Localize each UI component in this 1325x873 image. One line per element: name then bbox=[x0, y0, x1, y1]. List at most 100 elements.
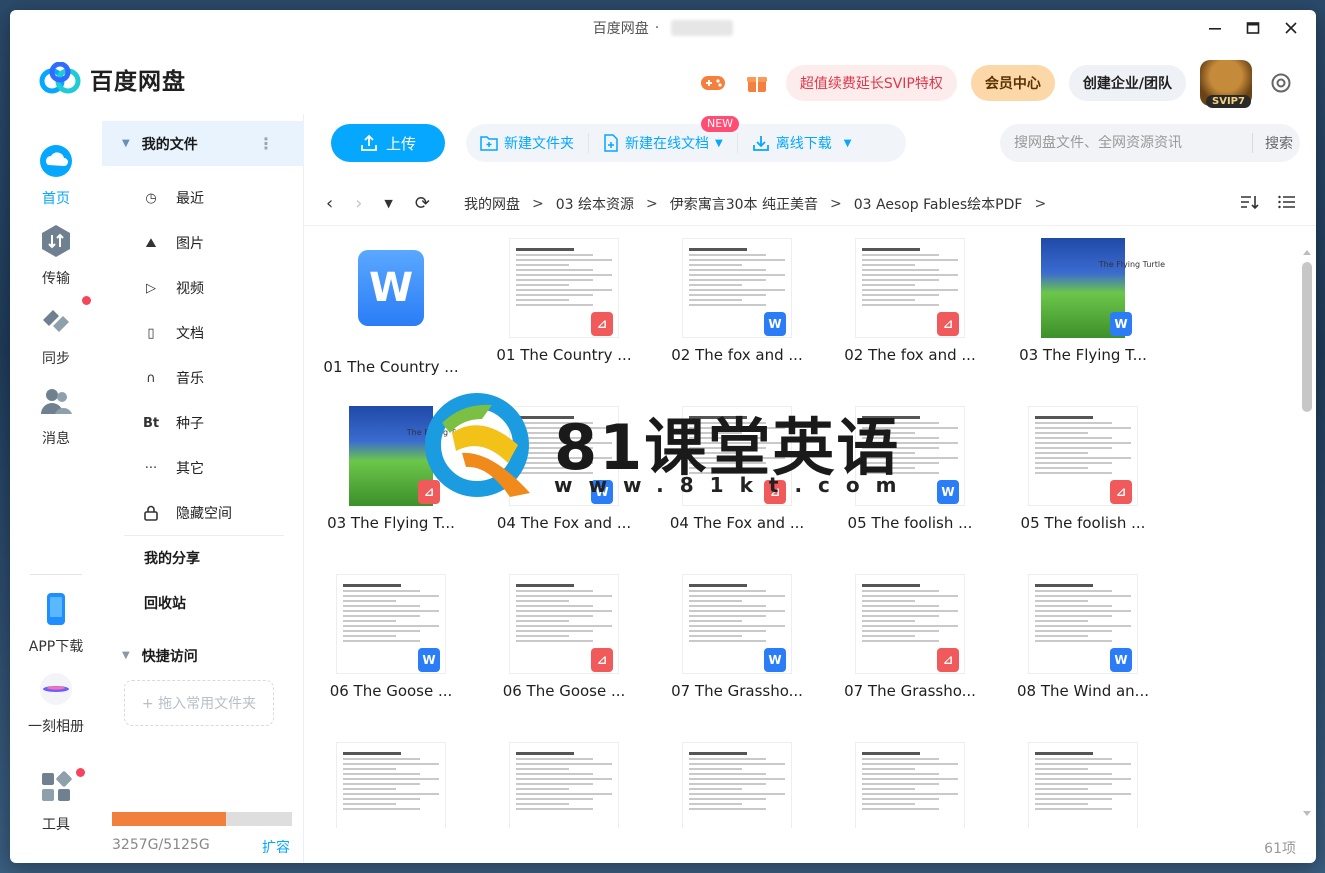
close-button[interactable] bbox=[1282, 16, 1300, 40]
rail-moment-album[interactable]: 一刻相册 bbox=[10, 672, 102, 736]
file-name: 05 The foolish ... bbox=[1020, 514, 1146, 532]
vertical-scrollbar[interactable] bbox=[1302, 248, 1312, 818]
breadcrumb-item[interactable]: 03 绘本资源 bbox=[556, 194, 634, 214]
upload-label: 上传 bbox=[385, 134, 416, 153]
rail-app-download-label: APP下载 bbox=[28, 639, 84, 655]
offline-download-button[interactable]: 离线下载 ▼ bbox=[736, 133, 866, 153]
file-item[interactable]: W 01 The Country ... bbox=[316, 238, 466, 376]
breadcrumb-item[interactable]: 03 Aesop Fables绘本PDF bbox=[854, 194, 1023, 214]
file-thumbnail bbox=[855, 742, 965, 828]
refresh-icon[interactable]: ⟳ bbox=[415, 193, 430, 214]
create-team-button[interactable]: 创建企业/团队 bbox=[1068, 65, 1186, 101]
game-button[interactable] bbox=[698, 68, 728, 98]
dropdown-caret-icon: ▼ bbox=[843, 137, 852, 149]
minimize-button[interactable] bbox=[1206, 16, 1224, 40]
window-controls bbox=[1206, 16, 1300, 40]
new-online-doc-label: 新建在线文档 bbox=[625, 136, 709, 152]
file-item[interactable] bbox=[1008, 742, 1158, 828]
sidebar-divider bbox=[124, 535, 284, 536]
expand-storage-link[interactable]: 扩容 bbox=[262, 837, 290, 857]
rail-tools[interactable]: 工具 bbox=[10, 768, 102, 834]
forward-arrow-icon[interactable]: › bbox=[355, 193, 362, 214]
breadcrumb-item[interactable]: 伊索寓言30本 纯正美音 bbox=[670, 194, 818, 214]
rail-sync[interactable]: 同步 bbox=[10, 296, 102, 368]
clock-icon: ◷ bbox=[145, 190, 157, 206]
vip-center-button[interactable]: 会员中心 bbox=[970, 65, 1055, 101]
file-item[interactable]: W 08 The Wind an... bbox=[1008, 574, 1158, 700]
file-item[interactable]: ⊿ 06 The Goose ... bbox=[489, 574, 639, 700]
avatar[interactable]: SVIP7 bbox=[1200, 60, 1252, 108]
sidebar-item-videos[interactable]: ▷ 视频 bbox=[142, 273, 204, 303]
back-arrow-icon[interactable]: ‹ bbox=[326, 193, 333, 214]
contacts-icon bbox=[41, 389, 72, 414]
new-folder-button[interactable]: 新建文件夹 bbox=[466, 133, 588, 153]
file-item[interactable]: W 02 The fox and ... bbox=[662, 238, 812, 364]
sidebar-my-share[interactable]: 我的分享 bbox=[144, 548, 200, 568]
sidebar-item-torrents[interactable]: Bt 种子 bbox=[142, 408, 204, 438]
file-item[interactable]: ⊿ 01 The Country ... bbox=[489, 238, 639, 364]
file-item[interactable]: W 07 The Grassho... bbox=[662, 574, 812, 700]
file-name: 08 The Wind an... bbox=[1017, 682, 1149, 700]
search-input[interactable] bbox=[1014, 135, 1252, 151]
file-actions-toolbar: 新建文件夹 新建在线文档 ▼ NEW 离线下载 ▼ bbox=[466, 116, 906, 162]
file-name: 04 The Fox and ... bbox=[669, 514, 805, 532]
new-online-doc-button[interactable]: 新建在线文档 ▼ NEW bbox=[588, 116, 740, 153]
file-item[interactable]: ⊿ 07 The Grassho... bbox=[835, 574, 985, 700]
search-button[interactable]: 搜索 bbox=[1252, 133, 1293, 153]
document-page-thumbnail bbox=[1028, 742, 1138, 828]
svip-promo-button[interactable]: 超值续费延长SVIP特权 bbox=[785, 65, 957, 101]
app-header: 百度网盘 超值续费延长SVIP特权 会员中心 创建企业/团队 SVIP7 bbox=[10, 46, 1316, 114]
document-page-thumbnail bbox=[336, 742, 446, 828]
sidebar-recycle-bin[interactable]: 回收站 bbox=[144, 593, 186, 613]
collapse-caret-icon[interactable]: ▼ bbox=[122, 138, 130, 149]
upload-button[interactable]: 上传 bbox=[331, 124, 445, 162]
dropdown-caret-icon: ▼ bbox=[715, 137, 723, 149]
torrent-icon: Bt bbox=[142, 415, 160, 431]
rail-transfer[interactable]: 传输 bbox=[10, 224, 102, 288]
sidebar-item-label: 视频 bbox=[176, 281, 204, 297]
brand-logo[interactable]: 百度网盘 bbox=[38, 62, 186, 96]
sort-icon[interactable] bbox=[1240, 194, 1260, 214]
file-item[interactable]: ⊿ 02 The fox and ... bbox=[835, 238, 985, 364]
file-item[interactable]: The Flying Turtle W 03 The Flying T... bbox=[1008, 238, 1165, 364]
watermark-url: www.81kt.com bbox=[554, 473, 913, 497]
breadcrumb-item[interactable]: 我的网盘 bbox=[464, 194, 520, 214]
headphones-icon: ∩ bbox=[146, 370, 156, 386]
file-item[interactable]: ⊿ 05 The foolish ... bbox=[1008, 406, 1158, 532]
sync-icon bbox=[43, 310, 69, 332]
file-item[interactable] bbox=[489, 742, 639, 828]
rail-messages[interactable]: 消息 bbox=[10, 384, 102, 448]
sidebar-item-images[interactable]: ⛰ 图片 bbox=[142, 228, 204, 258]
scrollbar-thumb[interactable] bbox=[1302, 262, 1312, 412]
file-item[interactable] bbox=[662, 742, 812, 828]
collapse-caret-icon[interactable]: ▼ bbox=[122, 650, 130, 661]
history-dropdown-icon[interactable]: ▼ bbox=[384, 197, 392, 210]
sidebar-item-hidden-space[interactable]: 隐藏空间 bbox=[142, 498, 232, 528]
sidebar-item-other[interactable]: ··· 其它 bbox=[142, 453, 204, 483]
gift-button[interactable] bbox=[742, 68, 772, 98]
file-thumbnail: ⊿ bbox=[509, 574, 619, 674]
word-badge-icon: W bbox=[937, 480, 959, 504]
breadcrumb-separator: > bbox=[532, 195, 544, 212]
file-item[interactable] bbox=[835, 742, 985, 828]
maximize-button[interactable] bbox=[1244, 16, 1262, 40]
list-view-icon[interactable] bbox=[1278, 194, 1296, 214]
watermark: 81课堂英语 www.81kt.com bbox=[422, 393, 922, 503]
sidebar: ▼ 我的文件 ⋮ ◷ 最近 ⛰ 图片 ▷ 视频 ▯ 文档 ∩ 音乐 Bt 种子 bbox=[102, 114, 304, 863]
sidebar-item-documents[interactable]: ▯ 文档 bbox=[142, 318, 204, 348]
rail-app-download[interactable]: APP下载 bbox=[10, 592, 102, 656]
word-badge-icon: W bbox=[1110, 312, 1132, 336]
settings-button[interactable] bbox=[1266, 68, 1296, 98]
phone-icon bbox=[47, 593, 65, 625]
file-thumbnail bbox=[509, 742, 619, 828]
rail-home[interactable]: 首页 bbox=[10, 144, 102, 208]
file-item[interactable] bbox=[316, 742, 466, 828]
sidebar-my-files[interactable]: ▼ 我的文件 ⋮ bbox=[102, 121, 304, 166]
sidebar-item-recent[interactable]: ◷ 最近 bbox=[142, 183, 204, 213]
file-item[interactable]: W 06 The Goose ... bbox=[316, 574, 466, 700]
more-vertical-icon[interactable]: ⋮ bbox=[258, 134, 274, 153]
file-thumbnail bbox=[336, 742, 446, 828]
sidebar-item-music[interactable]: ∩ 音乐 bbox=[142, 363, 204, 393]
drop-folder-zone[interactable]: + 拖入常用文件夹 bbox=[124, 680, 274, 726]
sidebar-quick-access[interactable]: ▼ 快捷访问 bbox=[102, 633, 304, 678]
